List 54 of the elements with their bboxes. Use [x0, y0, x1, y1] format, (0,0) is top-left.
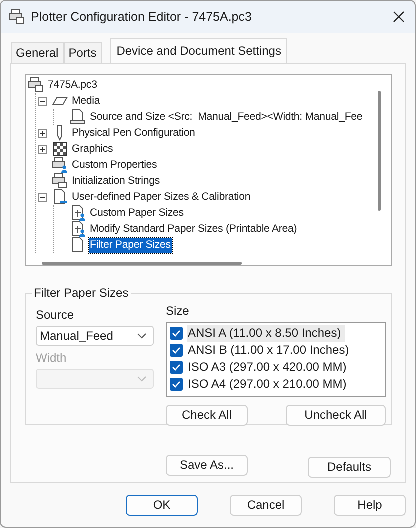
paper-icon — [70, 109, 86, 125]
check-all-button[interactable]: Check All — [166, 405, 248, 426]
tree-item[interactable]: Physical Pen Configuration — [71, 126, 196, 140]
uncheck-all-button[interactable]: Uncheck All — [286, 405, 386, 426]
collapse-icon[interactable] — [38, 192, 47, 202]
checkbox-label[interactable]: ANSI B (11.00 x 17.00 Inches) — [187, 342, 354, 359]
scrollbar[interactable] — [42, 262, 242, 265]
tree-item[interactable]: Modify Standard Paper Sizes (Printable Area) — [89, 222, 298, 236]
dialog-button[interactable]: Cancel — [230, 495, 302, 516]
page-icon — [52, 189, 68, 205]
collapse-icon[interactable] — [38, 96, 47, 106]
defaults-button[interactable]: Defaults — [308, 457, 391, 478]
checkbox-label[interactable]: ANSI A (11.00 x 8.50 Inches) — [187, 325, 346, 342]
plotter-icon — [28, 77, 44, 93]
source-dropdown[interactable]: Manual_Feed — [36, 326, 154, 346]
expand-icon[interactable] — [38, 144, 47, 154]
field-label: Size — [166, 304, 190, 319]
plotter-icon — [9, 9, 25, 25]
tree-item[interactable]: Filter Paper Sizes — [89, 238, 172, 252]
field-label: Width — [36, 351, 68, 366]
field-label: Source — [36, 308, 76, 323]
plotter-icon — [52, 173, 68, 189]
tab[interactable]: Device and Document Settings — [110, 38, 288, 63]
tree-item[interactable]: Source and Size <Src: Manual_Feed><Width: Manual_Fee — [89, 110, 364, 124]
caret-icon — [137, 376, 147, 382]
dialog-button[interactable]: OK — [126, 495, 198, 516]
checkerboard-icon — [52, 141, 68, 157]
tree-item[interactable]: Graphics — [71, 142, 114, 156]
checkbox-label[interactable]: ISO A3 (297.00 x 420.00 MM) — [187, 359, 351, 376]
checkbox[interactable] — [170, 361, 183, 374]
tree-item[interactable]: Initialization Strings — [71, 174, 161, 188]
tab[interactable]: Ports — [64, 42, 102, 63]
scrollbar[interactable] — [378, 91, 381, 211]
tree-item[interactable]: 7475A.pc3 — [47, 78, 98, 92]
checkbox[interactable] — [170, 327, 183, 340]
dialog-button[interactable]: Help — [334, 495, 406, 516]
checkbox-label[interactable]: ISO A4 (297.00 x 210.00 MM) — [187, 376, 351, 393]
tree-item[interactable]: Media — [71, 94, 102, 108]
page-user-icon — [70, 205, 86, 221]
save-as-button[interactable]: Save As... — [166, 455, 248, 476]
tree-item[interactable]: Custom Properties — [71, 158, 158, 172]
tree-item[interactable]: User-defined Paper Sizes & Calibration — [71, 190, 252, 204]
plotter-user-icon — [52, 157, 68, 173]
tree-item[interactable]: Custom Paper Sizes — [89, 206, 185, 220]
window-title: Plotter Configuration Editor - 7475A.pc3 — [31, 8, 253, 26]
checkbox[interactable] — [170, 378, 183, 391]
group-title: Filter Paper Sizes — [32, 286, 131, 301]
checkbox[interactable] — [170, 344, 183, 357]
page-icon — [70, 237, 86, 253]
caret-icon — [137, 333, 147, 339]
tab[interactable]: General — [11, 42, 64, 63]
close-icon[interactable] — [393, 11, 405, 23]
expand-icon[interactable] — [38, 128, 47, 138]
page-user-icon — [70, 221, 86, 237]
